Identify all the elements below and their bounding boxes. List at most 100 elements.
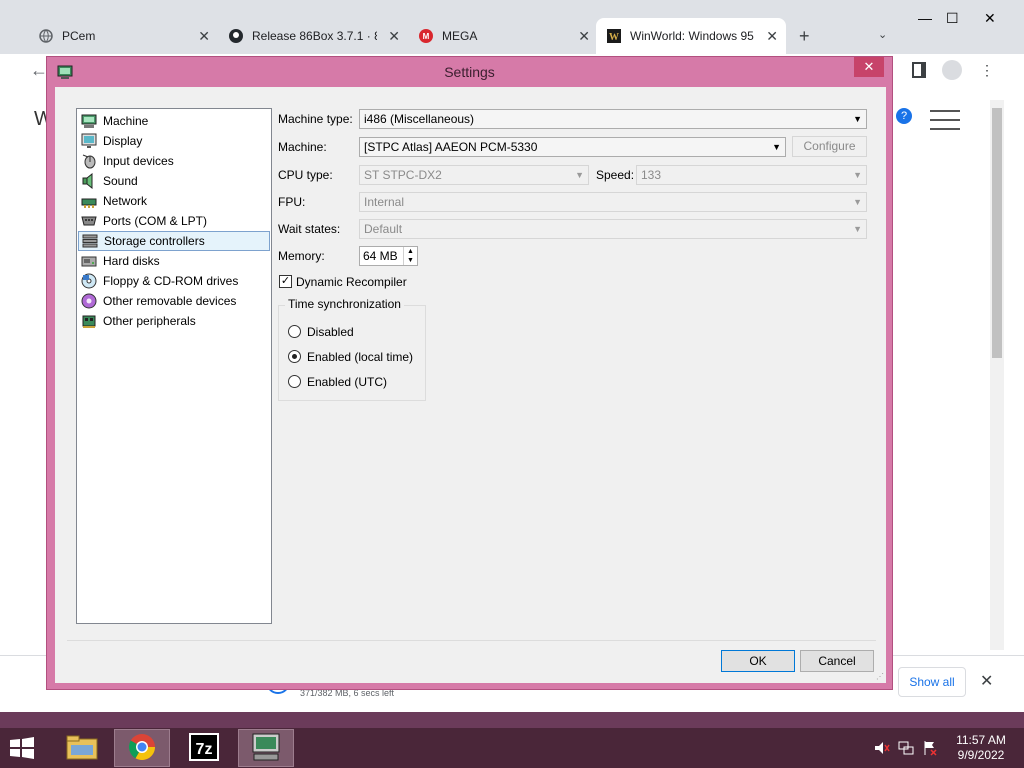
close-icon[interactable]: ✕ bbox=[388, 28, 400, 45]
speed-select[interactable]: 133 ▼ bbox=[636, 165, 867, 185]
network-icon bbox=[81, 193, 97, 209]
cancel-button[interactable]: Cancel bbox=[800, 650, 874, 672]
7zip-icon: 7z bbox=[189, 732, 219, 764]
close-icon[interactable]: ✕ bbox=[198, 28, 210, 45]
fpu-value: Internal bbox=[364, 195, 405, 209]
settings-dialog: Settings ✕ Machine Display Input devices… bbox=[46, 56, 893, 690]
hamburger-menu-icon[interactable] bbox=[930, 108, 960, 130]
page-scrollbar[interactable] bbox=[990, 100, 1004, 650]
storage-icon bbox=[82, 233, 98, 249]
speed-value: 133 bbox=[641, 168, 662, 182]
new-tab-button[interactable]: + bbox=[799, 26, 810, 47]
machine-type-label: Machine type: bbox=[278, 112, 353, 126]
close-window-icon[interactable]: ✕ bbox=[984, 10, 996, 27]
tree-item-label: Network bbox=[103, 194, 148, 208]
tab-pcem[interactable]: PCem ✕ bbox=[28, 18, 218, 54]
taskbar-7zip[interactable]: 7z bbox=[176, 729, 232, 767]
wait-states-select[interactable]: Default ▼ bbox=[359, 219, 867, 239]
machine-select[interactable]: [STPC Atlas] AAEON PCM-5330 ▼ bbox=[359, 137, 786, 157]
chevron-down-icon: ▼ bbox=[853, 114, 862, 124]
wait-states-value: Default bbox=[364, 222, 403, 236]
tree-item-ports[interactable]: Ports (COM & LPT) bbox=[78, 211, 270, 231]
close-icon[interactable]: ✕ bbox=[766, 28, 778, 45]
chrome-icon bbox=[127, 732, 157, 765]
taskbar-chrome[interactable] bbox=[114, 729, 170, 767]
tree-item-storage-controllers[interactable]: Storage controllers bbox=[78, 231, 270, 251]
tree-item-label: Display bbox=[103, 134, 143, 148]
close-dialog-button[interactable]: ✕ bbox=[854, 57, 884, 77]
radio-utc[interactable] bbox=[288, 375, 301, 388]
close-icon[interactable]: ✕ bbox=[578, 28, 590, 45]
tree-item-display[interactable]: Display bbox=[78, 131, 270, 151]
memory-label: Memory: bbox=[278, 249, 325, 263]
clock-date: 9/9/2022 bbox=[957, 748, 1005, 762]
windows-start-icon[interactable] bbox=[8, 736, 38, 760]
tab-label: WinWorld: Windows 95 bbox=[630, 29, 754, 43]
system-clock[interactable]: 11:57 AM 9/9/2022 bbox=[948, 733, 1014, 763]
chevron-down-icon: ▼ bbox=[853, 224, 862, 234]
tab-86box-release[interactable]: Release 86Box 3.7.1 · 86 ✕ bbox=[218, 18, 408, 54]
network-icon[interactable] bbox=[898, 740, 914, 759]
wait-states-label: Wait states: bbox=[278, 222, 341, 236]
category-tree: Machine Display Input devices Sound Netw… bbox=[76, 108, 272, 624]
configure-button[interactable]: Configure bbox=[792, 136, 867, 157]
tree-item-hard-disks[interactable]: Hard disks bbox=[78, 251, 270, 271]
sound-icon bbox=[81, 173, 97, 189]
machine-type-select[interactable]: i486 (Miscellaneous) ▼ bbox=[359, 109, 867, 129]
dynarec-checkbox[interactable]: ✓ bbox=[279, 275, 292, 288]
machine-value: [STPC Atlas] AAEON PCM-5330 bbox=[364, 140, 538, 154]
input-devices-icon bbox=[81, 153, 97, 169]
globe-icon bbox=[38, 28, 54, 44]
tab-search-icon[interactable]: ⌄ bbox=[878, 28, 887, 41]
fpu-select[interactable]: Internal ▼ bbox=[359, 192, 867, 212]
close-icon[interactable]: ✕ bbox=[980, 671, 993, 691]
tab-mega[interactable]: M MEGA ✕ bbox=[408, 18, 598, 54]
clock-time: 11:57 AM bbox=[956, 733, 1006, 747]
tree-item-machine[interactable]: Machine bbox=[78, 111, 270, 131]
svg-text:M: M bbox=[423, 32, 430, 41]
machine-icon bbox=[81, 113, 97, 129]
help-icon[interactable]: ? bbox=[896, 108, 912, 124]
radio-local-time[interactable] bbox=[288, 350, 301, 363]
tree-item-other-peripherals[interactable]: Other peripherals bbox=[78, 311, 270, 331]
tree-item-input-devices[interactable]: Input devices bbox=[78, 151, 270, 171]
tab-label: MEGA bbox=[442, 29, 478, 43]
speaker-muted-icon[interactable] bbox=[874, 740, 890, 759]
chevron-down-icon: ▼ bbox=[575, 170, 584, 180]
machine-label: Machine: bbox=[278, 140, 327, 154]
svg-text:7z: 7z bbox=[196, 741, 213, 758]
ok-button[interactable]: OK bbox=[721, 650, 795, 672]
tree-item-other-removable[interactable]: Other removable devices bbox=[78, 291, 270, 311]
scroll-thumb[interactable] bbox=[992, 108, 1002, 358]
dynarec-label: Dynamic Recompiler bbox=[296, 275, 407, 289]
cpu-type-label: CPU type: bbox=[278, 168, 333, 182]
memory-value: 64 MB bbox=[363, 249, 398, 263]
minimize-icon[interactable]: — bbox=[918, 10, 932, 26]
memory-spinbox[interactable]: 64 MB ▲ ▼ bbox=[359, 246, 418, 266]
taskbar-86box[interactable] bbox=[238, 729, 294, 767]
maximize-icon[interactable]: ☐ bbox=[946, 10, 959, 27]
group-title: Time synchronization bbox=[285, 297, 404, 311]
show-all-button[interactable]: Show all bbox=[898, 667, 966, 697]
resize-grip-icon[interactable]: ⋰ bbox=[876, 672, 884, 681]
tree-item-label: Storage controllers bbox=[104, 234, 205, 248]
speed-label: Speed: bbox=[596, 168, 635, 182]
tab-winworld[interactable]: W WinWorld: Windows 95 ✕ bbox=[596, 18, 786, 54]
dialog-body: Machine Display Input devices Sound Netw… bbox=[55, 87, 886, 683]
tree-item-floppy-cdrom[interactable]: Floppy & CD-ROM drives bbox=[78, 271, 270, 291]
dialog-title: Settings bbox=[444, 64, 495, 80]
chevron-down-icon: ▼ bbox=[772, 142, 781, 152]
radio-disabled[interactable] bbox=[288, 325, 301, 338]
taskbar-file-explorer[interactable] bbox=[54, 729, 110, 767]
tree-item-label: Floppy & CD-ROM drives bbox=[103, 274, 239, 288]
cpu-type-select[interactable]: ST STPC-DX2 ▼ bbox=[359, 165, 589, 185]
spin-buttons[interactable]: ▲ ▼ bbox=[403, 247, 417, 265]
reading-list-icon[interactable] bbox=[912, 62, 926, 78]
action-center-flag-icon[interactable] bbox=[922, 740, 938, 759]
tree-item-sound[interactable]: Sound bbox=[78, 171, 270, 191]
tree-item-network[interactable]: Network bbox=[78, 191, 270, 211]
taskbar: 7z 11:57 AM 9/9/2022 bbox=[0, 728, 1024, 768]
chevron-down-icon: ▼ bbox=[853, 197, 862, 207]
more-icon[interactable]: ⋮ bbox=[980, 62, 994, 79]
profile-avatar[interactable] bbox=[942, 60, 962, 80]
